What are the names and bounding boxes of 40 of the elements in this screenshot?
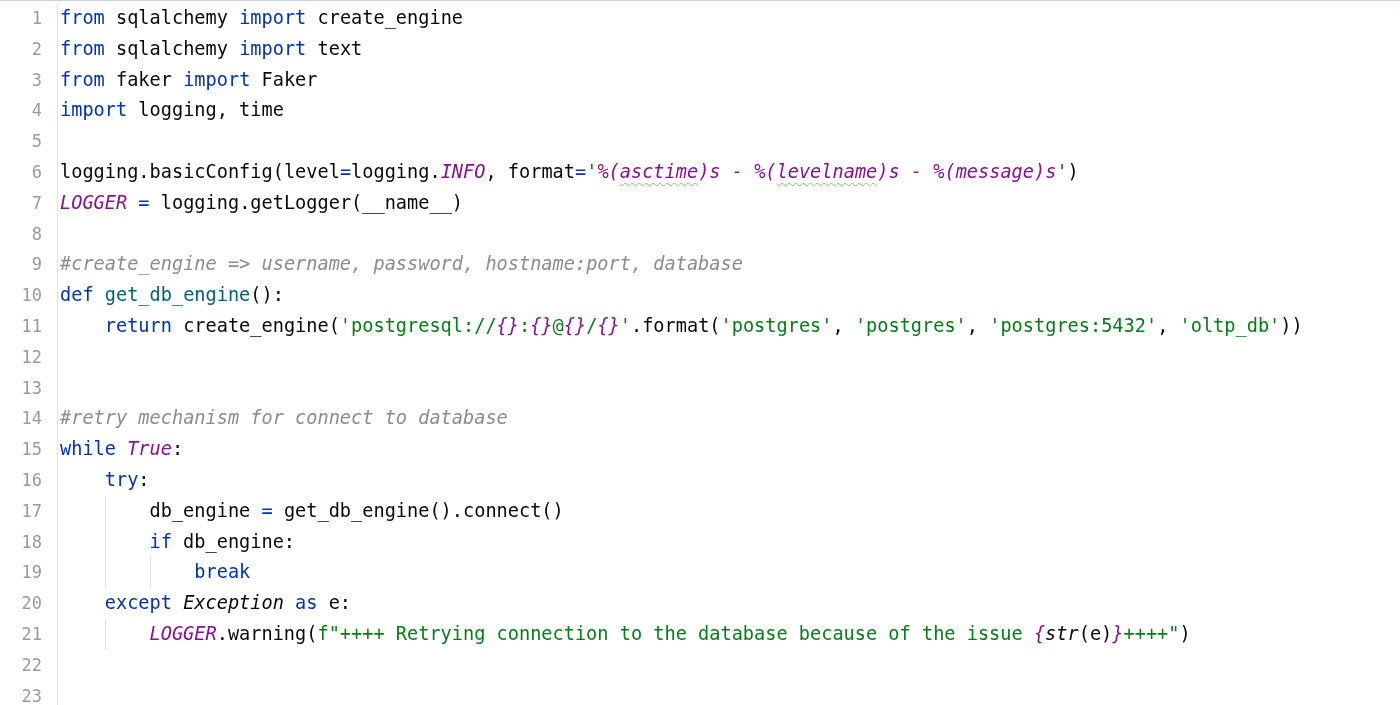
code-line: from faker import Faker <box>60 67 318 92</box>
line-number: 5 <box>0 126 58 157</box>
line-number: 18 <box>0 526 58 558</box>
code-line: #retry mechanism for connect to database <box>60 406 508 431</box>
line-number: 10 <box>0 280 58 311</box>
line-number: 13 <box>0 372 58 404</box>
code-line: from sqlalchemy import create_engine <box>60 6 464 31</box>
line-number: 17 <box>0 495 58 527</box>
line-number: 3 <box>0 64 58 96</box>
line-number: 4 <box>0 95 58 127</box>
line-number: 14 <box>0 403 58 435</box>
line-number: 1 <box>0 3 58 34</box>
line-number: 11 <box>0 310 58 342</box>
code-line: LOGGER.warning(f"++++ Retrying connection to the database because of the issue {str(e)}++++") <box>60 618 1191 650</box>
code-line: break <box>60 557 251 589</box>
line-number: 22 <box>0 649 58 681</box>
line-number: 21 <box>0 618 58 650</box>
line-number: 20 <box>0 588 58 619</box>
line-number: 9 <box>0 249 58 281</box>
code-line: try: <box>103 467 150 492</box>
code-line: #create_engine => username, password, hostname:port, database <box>60 252 743 277</box>
code-line: logging.basicConfig(level=logging.INFO, format='%(asctime)s - %(levelname)s - %(message)s') <box>60 160 1079 184</box>
code-line: def get_db_engine(): <box>60 283 284 308</box>
code-line: return create_engine('postgresql://{}:{}@{}/{}'.format('postgres', 'postgres', 'postgres:5432', 'oltp_db')) <box>103 313 1303 339</box>
line-number: 15 <box>0 434 58 465</box>
line-number: 23 <box>0 680 58 705</box>
code-line: LOGGER = logging.getLogger(__name__) <box>60 190 463 216</box>
line-number: 8 <box>0 218 58 250</box>
code-line: except Exception as e: <box>103 591 352 616</box>
code-line: import logging, time <box>60 98 284 123</box>
code-line: if db_engine: <box>60 526 296 558</box>
code-line: from sqlalchemy import text <box>60 36 363 61</box>
code-line: db_engine = get_db_engine().connect() <box>60 495 564 527</box>
line-number: 12 <box>0 341 58 373</box>
line-number: 16 <box>0 464 58 496</box>
line-number: 7 <box>0 187 58 219</box>
line-number: 6 <box>0 157 58 188</box>
line-number: 19 <box>0 557 58 589</box>
code-line: while True: <box>60 437 184 462</box>
line-number: 2 <box>0 33 58 65</box>
